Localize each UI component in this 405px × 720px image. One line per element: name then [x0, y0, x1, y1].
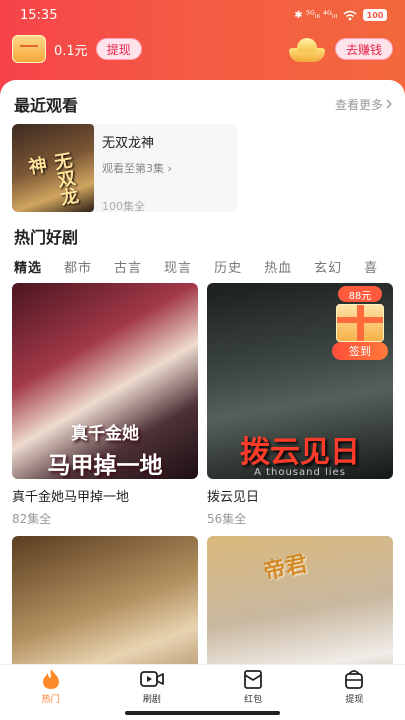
nav-label: 红包	[244, 695, 263, 705]
recent-info: 无双龙神 观看至第3集 › 100集全	[94, 124, 172, 212]
wallet-row: 0.1元 提现 去赚钱	[12, 34, 393, 64]
poster-subtitle-art: A thousand lies	[254, 467, 346, 478]
bottom-nav: 热门 刷剧 红包 提现	[0, 664, 405, 708]
poster-title-line1: 真千金她	[71, 424, 139, 444]
drama-card[interactable]	[12, 536, 198, 664]
tab-urban[interactable]: 都市	[64, 257, 92, 276]
see-more-link[interactable]: 查看更多	[335, 96, 393, 113]
tab-action[interactable]: 热血	[264, 257, 292, 276]
drama-title: 拨云见日	[207, 490, 260, 505]
video-icon	[139, 671, 164, 687]
nav-item-hot[interactable]: 热门	[11, 665, 91, 705]
tab-featured[interactable]: 精选	[14, 257, 42, 276]
recent-episodes: 100集全	[102, 200, 145, 212]
gold-ingot-icon	[287, 36, 327, 62]
red-envelope-icon	[244, 670, 263, 689]
recent-item-title: 无双龙神	[102, 136, 155, 151]
drama-poster	[12, 536, 198, 664]
recent-progress: 观看至第3集 ›	[102, 160, 172, 176]
gift-amount-badge: 88元	[338, 286, 382, 302]
fire-icon	[42, 669, 59, 689]
poster-title-art: 真千金她 马甲掉一地	[22, 419, 188, 479]
recent-progress-text: 观看至第3集	[102, 162, 164, 175]
main-panel: 最近观看 查看更多 无双龙神 无双龙神 观看至第3集 › 100集全 热门好剧 …	[0, 80, 405, 664]
hot-title: 热门好剧	[14, 228, 79, 247]
poster-title-art: 帝君	[261, 551, 310, 586]
chevron-right-icon	[386, 99, 392, 109]
balance-amount: 0.1元	[54, 43, 88, 59]
home-indicator	[125, 711, 280, 715]
recent-header: 最近观看 查看更多	[14, 92, 393, 116]
see-more-label: 查看更多	[334, 97, 383, 112]
category-tabs: 精选 都市 古言 现言 历史 热血 玄幻 喜	[0, 256, 405, 276]
wallet-icon	[12, 35, 46, 63]
nav-label: 提现	[345, 695, 364, 705]
gift-box-icon	[336, 304, 384, 342]
poster-title-line2: 马甲掉一地	[47, 453, 163, 479]
recent-poster: 无双龙神	[12, 124, 94, 212]
drama-card[interactable]: 帝君	[207, 536, 393, 664]
status-icons: ✱ ⁵ᴳᵢₗₗ ⁴ᴳᵢₗₗ 100	[294, 9, 387, 21]
tab-ancient-romance[interactable]: 古言	[114, 257, 142, 276]
drama-title: 真千金她马甲掉一地	[12, 490, 130, 505]
status-bar: 15:35 ✱ ⁵ᴳᵢₗₗ ⁴ᴳᵢₗₗ 100	[0, 0, 405, 30]
drama-episodes: 82集全	[12, 512, 52, 526]
nav-label: 热门	[41, 695, 60, 705]
poster-title-art: 拨云见日	[240, 435, 360, 470]
battery-icon: 100	[363, 9, 387, 21]
earn-section: 去赚钱	[287, 36, 393, 62]
nav-label: 刷剧	[142, 695, 161, 705]
status-time: 15:35	[20, 7, 58, 23]
check-in-gift-widget[interactable]: 88元 签到	[330, 286, 390, 362]
check-in-button[interactable]: 签到	[332, 342, 388, 360]
nav-item-red-envelope[interactable]: 红包	[213, 665, 293, 705]
tab-modern-romance[interactable]: 现言	[164, 257, 192, 276]
earn-money-button[interactable]: 去赚钱	[334, 38, 393, 60]
nav-item-watch[interactable]: 刷剧	[112, 665, 192, 705]
tab-history[interactable]: 历史	[214, 257, 242, 276]
recent-poster-title: 无双龙神	[24, 150, 80, 208]
balance-section: 0.1元 提现	[12, 35, 142, 63]
tab-fantasy[interactable]: 玄幻	[314, 257, 342, 276]
withdraw-button[interactable]: 提现	[95, 38, 142, 60]
tab-comedy[interactable]: 喜	[364, 257, 378, 276]
recent-title: 最近观看	[14, 96, 79, 115]
nav-item-withdraw[interactable]: 提现	[314, 665, 394, 705]
drama-poster: 帝君	[207, 536, 393, 664]
chevron-right-icon: ›	[167, 162, 172, 175]
wallet-icon	[345, 670, 364, 689]
wifi-icon	[343, 10, 357, 20]
drama-episodes: 56集全	[207, 512, 247, 526]
drama-card[interactable]: 真千金她 马甲掉一地 真千金她马甲掉一地 82集全	[12, 283, 198, 527]
drama-poster: 真千金她 马甲掉一地	[12, 283, 198, 479]
signal-icons: ✱ ⁵ᴳᵢₗₗ ⁴ᴳᵢₗₗ	[294, 9, 337, 21]
recent-item[interactable]: 无双龙神 无双龙神 观看至第3集 › 100集全	[12, 124, 237, 212]
